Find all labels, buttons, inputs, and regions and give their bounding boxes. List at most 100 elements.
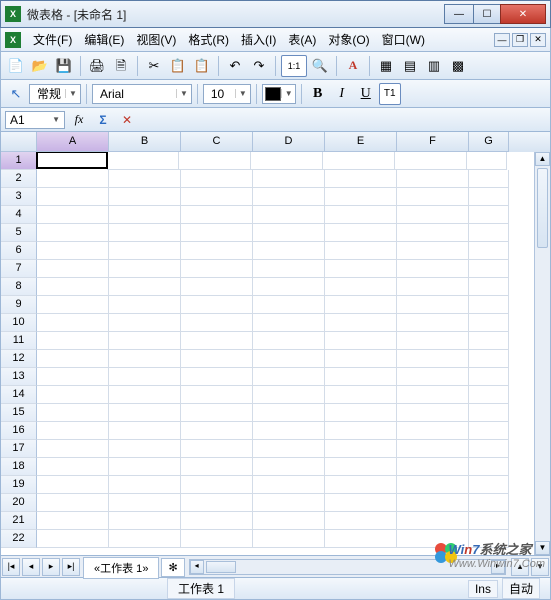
row-header-11[interactable]: 11	[1, 332, 37, 350]
sum-button[interactable]: Σ	[93, 110, 113, 130]
minimize-button[interactable]: —	[444, 4, 474, 24]
cell-B2[interactable]	[109, 170, 181, 188]
cell-B10[interactable]	[109, 314, 181, 332]
cell-B12[interactable]	[109, 350, 181, 368]
cell-C8[interactable]	[181, 278, 253, 296]
cell-B11[interactable]	[109, 332, 181, 350]
cell-C16[interactable]	[181, 422, 253, 440]
sheet-nav-next[interactable]: ▸	[42, 558, 60, 576]
grid-button-1[interactable]: ▦	[375, 55, 397, 77]
cells-area[interactable]	[37, 152, 534, 555]
cell-A14[interactable]	[37, 386, 109, 404]
row-header-14[interactable]: 14	[1, 386, 37, 404]
cell-E4[interactable]	[325, 206, 397, 224]
cell-C14[interactable]	[181, 386, 253, 404]
paste-button[interactable]: 📋	[191, 55, 213, 77]
mdi-close-button[interactable]: ✕	[530, 33, 546, 47]
cell-G13[interactable]	[469, 368, 509, 386]
cell-E5[interactable]	[325, 224, 397, 242]
row-header-9[interactable]: 9	[1, 296, 37, 314]
cell-D3[interactable]	[253, 188, 325, 206]
cell-F8[interactable]	[397, 278, 469, 296]
italic-button[interactable]: I	[331, 83, 353, 105]
name-box[interactable]: A1 ▼	[5, 111, 65, 129]
row-header-21[interactable]: 21	[1, 512, 37, 530]
row-header-8[interactable]: 8	[1, 278, 37, 296]
cell-C1[interactable]	[179, 152, 251, 170]
scroll-thumb[interactable]	[206, 561, 236, 573]
cell-D5[interactable]	[253, 224, 325, 242]
cell-D9[interactable]	[253, 296, 325, 314]
function-wizard-button[interactable]: fx	[69, 110, 89, 130]
cell-A1[interactable]	[36, 152, 108, 169]
horizontal-scrollbar[interactable]: ◂ ▸	[189, 559, 506, 575]
cell-G1[interactable]	[467, 152, 507, 170]
row-header-2[interactable]: 2	[1, 170, 37, 188]
cell-D15[interactable]	[253, 404, 325, 422]
cell-F18[interactable]	[397, 458, 469, 476]
cell-F19[interactable]	[397, 476, 469, 494]
cell-F5[interactable]	[397, 224, 469, 242]
select-all-corner[interactable]	[1, 132, 37, 152]
cell-A13[interactable]	[37, 368, 109, 386]
row-header-1[interactable]: 1	[1, 152, 37, 170]
menu-table[interactable]: 表(A)	[282, 29, 322, 50]
row-header-22[interactable]: 22	[1, 530, 37, 548]
cell-G18[interactable]	[469, 458, 509, 476]
cell-C6[interactable]	[181, 242, 253, 260]
cell-F14[interactable]	[397, 386, 469, 404]
cell-C11[interactable]	[181, 332, 253, 350]
cell-G19[interactable]	[469, 476, 509, 494]
row-header-17[interactable]: 17	[1, 440, 37, 458]
bold-button[interactable]: B	[307, 83, 329, 105]
cell-C21[interactable]	[181, 512, 253, 530]
cell-G12[interactable]	[469, 350, 509, 368]
menu-file[interactable]: 文件(F)	[27, 29, 78, 50]
sheet-nav-first[interactable]: |◂	[2, 558, 20, 576]
text-effect-button[interactable]: T1	[379, 83, 401, 105]
cell-C9[interactable]	[181, 296, 253, 314]
add-sheet-button[interactable]: ✻	[161, 558, 184, 577]
cell-E11[interactable]	[325, 332, 397, 350]
cell-B17[interactable]	[109, 440, 181, 458]
row-header-13[interactable]: 13	[1, 368, 37, 386]
cell-C2[interactable]	[181, 170, 253, 188]
cell-E6[interactable]	[325, 242, 397, 260]
cell-F3[interactable]	[397, 188, 469, 206]
cell-C7[interactable]	[181, 260, 253, 278]
cell-C12[interactable]	[181, 350, 253, 368]
save-button[interactable]: 💾	[53, 55, 75, 77]
cell-G17[interactable]	[469, 440, 509, 458]
cell-E14[interactable]	[325, 386, 397, 404]
scroll-up-button[interactable]: ▲	[535, 152, 550, 166]
cell-E7[interactable]	[325, 260, 397, 278]
cell-G8[interactable]	[469, 278, 509, 296]
cell-E3[interactable]	[325, 188, 397, 206]
row-header-4[interactable]: 4	[1, 206, 37, 224]
cell-E8[interactable]	[325, 278, 397, 296]
grid-button-3[interactable]: ▥	[423, 55, 445, 77]
cell-A10[interactable]	[37, 314, 109, 332]
cell-D19[interactable]	[253, 476, 325, 494]
cell-A3[interactable]	[37, 188, 109, 206]
cell-F10[interactable]	[397, 314, 469, 332]
cell-D12[interactable]	[253, 350, 325, 368]
cell-C20[interactable]	[181, 494, 253, 512]
cell-E18[interactable]	[325, 458, 397, 476]
vertical-scrollbar[interactable]: ▲ ▼	[534, 152, 550, 555]
undo-button[interactable]: ↶	[224, 55, 246, 77]
menu-edit[interactable]: 编辑(E)	[78, 29, 130, 50]
cell-A20[interactable]	[37, 494, 109, 512]
cell-G20[interactable]	[469, 494, 509, 512]
cell-C18[interactable]	[181, 458, 253, 476]
cell-A9[interactable]	[37, 296, 109, 314]
cell-F7[interactable]	[397, 260, 469, 278]
cell-G10[interactable]	[469, 314, 509, 332]
column-header-F[interactable]: F	[397, 132, 469, 152]
row-header-6[interactable]: 6	[1, 242, 37, 260]
cell-D14[interactable]	[253, 386, 325, 404]
cell-E22[interactable]	[325, 530, 397, 548]
cell-E2[interactable]	[325, 170, 397, 188]
cell-B19[interactable]	[109, 476, 181, 494]
cell-G6[interactable]	[469, 242, 509, 260]
